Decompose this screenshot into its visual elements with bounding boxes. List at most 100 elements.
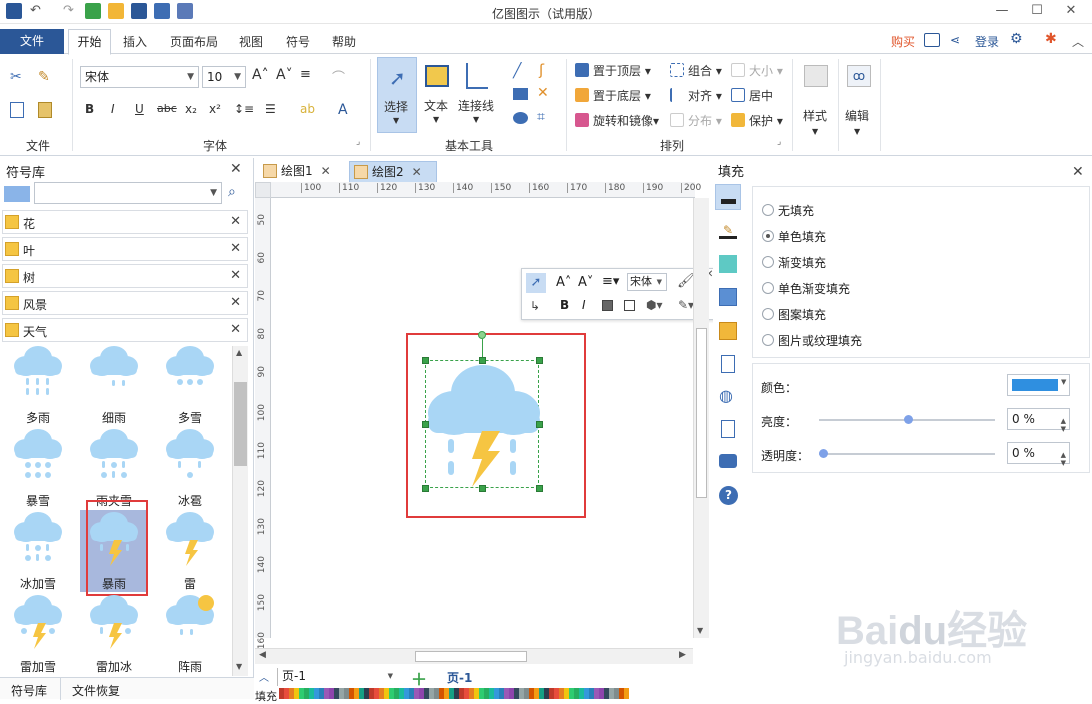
italic-icon[interactable]: I	[111, 102, 115, 116]
symbol-item[interactable]: 冰雹	[156, 427, 224, 509]
tab-file-recovery[interactable]: 文件恢复	[72, 682, 120, 699]
search-icon[interactable]: ⌕	[228, 184, 236, 200]
library-search-input[interactable]: ▼	[34, 182, 222, 204]
bold-icon[interactable]: B	[560, 298, 569, 312]
symbol-item[interactable]: 多雨	[4, 344, 72, 426]
ribbon-collapse-icon[interactable]: ︿	[1072, 33, 1084, 50]
resize-handle[interactable]	[536, 357, 543, 364]
shadow-tab-icon[interactable]	[719, 255, 737, 273]
superscript-icon[interactable]: x²	[209, 102, 221, 116]
fill-option-picture[interactable]: 图片或纹理填充	[778, 332, 862, 349]
group-button[interactable]: 组合 ▾	[670, 62, 722, 79]
style-button[interactable]: 样式 ▼	[800, 59, 834, 145]
selection-box[interactable]	[422, 331, 543, 492]
align-text-icon[interactable]: ≡	[300, 67, 311, 82]
resize-handle[interactable]	[422, 421, 429, 428]
align-button[interactable]: 对齐 ▾	[670, 87, 722, 104]
close-category-icon[interactable]: ✕	[230, 322, 241, 337]
transparency-slider[interactable]	[819, 449, 995, 458]
send-back-icon[interactable]	[624, 300, 635, 311]
file-menu-button[interactable]: 文件	[0, 29, 64, 54]
fill-option-radio[interactable]	[762, 282, 774, 294]
crop-tool-icon[interactable]: ⌗	[537, 109, 545, 125]
color-palette[interactable]	[279, 688, 635, 699]
send-to-back-button[interactable]: 置于底层 ▾	[575, 87, 651, 104]
tab-view[interactable]: 视图	[239, 33, 263, 50]
highlight-icon[interactable]: ab	[300, 102, 315, 116]
slider-knob[interactable]	[904, 415, 913, 424]
tab-insert[interactable]: 插入	[123, 33, 147, 50]
protect-button[interactable]: 保护 ▾	[731, 112, 783, 129]
scroll-down-icon[interactable]: ▼	[236, 662, 242, 671]
tab-symbol[interactable]: 符号	[286, 33, 310, 50]
theme-icon[interactable]: ✱	[1045, 31, 1057, 47]
align-text-icon[interactable]: ≡▾	[602, 274, 619, 289]
fill-option-radio[interactable]	[762, 334, 774, 346]
shrink-font-icon[interactable]: A˅	[276, 67, 293, 83]
tab-page-layout[interactable]: 页面布局	[170, 33, 218, 50]
help-icon[interactable]: ?	[719, 486, 738, 505]
scroll-left-icon[interactable]: ◀	[259, 650, 266, 660]
cut-icon[interactable]: ✂	[10, 69, 22, 85]
scroll-thumb[interactable]	[234, 382, 247, 466]
scroll-up-icon[interactable]: ▲	[236, 348, 242, 357]
bring-front-icon[interactable]	[602, 300, 613, 311]
line-tool-icon[interactable]: ╱	[513, 63, 521, 79]
copy-icon[interactable]	[10, 102, 24, 118]
library-scrollbar[interactable]: ▲ ▼	[232, 346, 248, 676]
resize-handle[interactable]	[536, 485, 543, 492]
buy-link[interactable]: 购买	[891, 33, 915, 50]
symbol-item[interactable]: 阵雨	[156, 593, 224, 675]
page-select[interactable]: 页-1 ▼	[277, 668, 397, 686]
size-button[interactable]: 大小 ▾	[731, 62, 783, 79]
category-flowers[interactable]: 花 ✕	[2, 210, 248, 234]
category-scenery[interactable]: 风景 ✕	[2, 291, 248, 315]
fill-option-solid[interactable]: 单色填充	[778, 228, 826, 245]
canvas-page[interactable]: ➚ A˄ A˅ ≡▾ 宋体 ▼ 🖌 ✕ ↳ B I ⬢▾ ✎▾	[271, 198, 716, 638]
close-library-icon[interactable]: ✕	[230, 161, 242, 177]
strikethrough-icon[interactable]: abc	[157, 102, 177, 115]
underline-icon[interactable]: U	[135, 102, 144, 116]
close-category-icon[interactable]: ✕	[230, 214, 241, 229]
color-picker[interactable]: ▼	[1007, 374, 1070, 396]
resize-handle[interactable]	[479, 485, 486, 492]
notes-tab-icon[interactable]	[721, 420, 735, 438]
bring-to-front-button[interactable]: 置于顶层 ▾	[575, 62, 651, 79]
bullets-icon[interactable]: ☰	[265, 102, 276, 116]
symbol-item[interactable]: 雷	[156, 510, 224, 592]
brightness-slider[interactable]	[819, 415, 995, 424]
rectangle-tool-icon[interactable]	[513, 88, 528, 100]
fill-option-radio[interactable]	[762, 256, 774, 268]
gear-icon[interactable]: ⚙	[1010, 31, 1023, 47]
symbol-item[interactable]: 冰加雪	[4, 510, 72, 592]
symbol-item[interactable]: 多雪	[156, 344, 224, 426]
comment-tab-icon[interactable]	[719, 454, 737, 468]
palette-swatch[interactable]	[624, 688, 629, 699]
close-icon[interactable]: ✕	[1062, 2, 1080, 20]
float-font-select[interactable]: 宋体 ▼	[627, 273, 667, 291]
italic-icon[interactable]: I	[582, 298, 586, 312]
grow-font-icon[interactable]: A˄	[556, 275, 571, 290]
symbol-item[interactable]: 暴雪	[4, 427, 72, 509]
add-page-icon[interactable]: ＋	[411, 666, 427, 690]
font-dialog-launcher-icon[interactable]: ⌟	[356, 137, 360, 147]
page-tab[interactable]: 页-1	[447, 669, 472, 686]
grow-font-icon[interactable]: A˄	[252, 67, 269, 83]
line-spacing-icon[interactable]: ↕≡	[234, 102, 254, 116]
fill-option-radio[interactable]	[762, 308, 774, 320]
resize-handle[interactable]	[422, 357, 429, 364]
login-link[interactable]: 登录	[975, 33, 999, 50]
doc-tab-1[interactable]: 绘图1 ✕	[259, 161, 345, 183]
share-icon[interactable]: ⋖	[950, 33, 960, 47]
category-weather[interactable]: 天气 ✕	[2, 318, 248, 342]
paste-icon[interactable]	[38, 102, 52, 118]
canvas-vscrollbar[interactable]: ▼	[693, 198, 709, 638]
pointer-icon[interactable]: ➚	[526, 273, 546, 293]
slider-knob[interactable]	[819, 449, 828, 458]
rotate-mirror-button[interactable]: 旋转和镜像▾	[575, 112, 659, 129]
line-tab-icon[interactable]: ✎	[719, 221, 737, 239]
connector-tool-button[interactable]: 连接线 ▼	[458, 57, 498, 133]
library-menu-icon[interactable]	[4, 186, 30, 202]
symbol-item[interactable]: 细雨	[80, 344, 148, 426]
connector-icon[interactable]: ↳	[530, 299, 540, 313]
